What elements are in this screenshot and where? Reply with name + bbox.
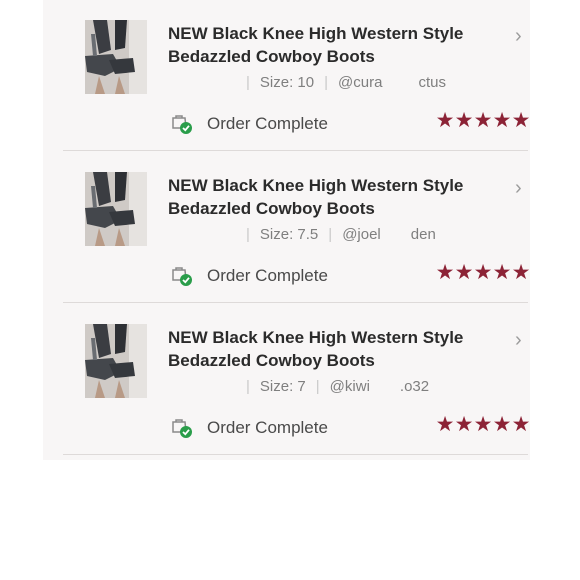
- product-title-line-2: Bedazzled Cowboy Boots: [168, 199, 375, 218]
- star-icon: ★: [435, 109, 455, 132]
- product-title[interactable]: NEW Black Knee High Western Style Bedazz…: [168, 326, 488, 372]
- order-status-text: Order Complete: [207, 266, 328, 285]
- star-icon: ★: [473, 413, 493, 436]
- rating-stars: ★★★★★: [435, 108, 531, 133]
- product-thumbnail[interactable]: [85, 324, 147, 398]
- size-label: Size: 7: [259, 378, 306, 395]
- product-title-line-1: NEW Black Knee High Western Style: [168, 328, 464, 347]
- rating-stars: ★★★★★: [435, 412, 531, 437]
- redacted-field: [168, 229, 236, 239]
- product-title-line-1: NEW Black Knee High Western Style: [168, 24, 464, 43]
- product-thumbnail[interactable]: [85, 20, 147, 94]
- product-thumbnail[interactable]: [85, 172, 147, 246]
- order-complete-icon: [171, 113, 193, 135]
- chevron-right-icon[interactable]: ›: [515, 330, 522, 350]
- star-icon: ★: [454, 413, 474, 436]
- boots-image: [85, 172, 147, 246]
- redacted-field: [168, 381, 236, 391]
- size-label: Size: 10: [259, 74, 315, 91]
- chevron-right-icon[interactable]: ›: [515, 26, 522, 46]
- buyer-username[interactable]: @cura ctus: [338, 74, 446, 91]
- star-icon: ★: [511, 109, 531, 132]
- order-status: Order Complete: [171, 113, 328, 137]
- chevron-right-icon[interactable]: ›: [515, 178, 522, 198]
- star-icon: ★: [454, 261, 474, 284]
- separator: |: [324, 74, 329, 91]
- order-card[interactable]: NEW Black Knee High Western Style Bedazz…: [63, 304, 531, 455]
- separator: |: [328, 226, 333, 243]
- star-icon: ★: [492, 261, 512, 284]
- order-list: NEW Black Knee High Western Style Bedazz…: [43, 0, 530, 460]
- order-status-text: Order Complete: [207, 114, 328, 133]
- order-card[interactable]: NEW Black Knee High Western Style Bedazz…: [63, 152, 531, 303]
- product-title[interactable]: NEW Black Knee High Western Style Bedazz…: [168, 174, 488, 220]
- separator: |: [315, 378, 320, 395]
- star-icon: ★: [511, 261, 531, 284]
- star-icon: ★: [473, 261, 493, 284]
- star-icon: ★: [435, 413, 455, 436]
- rating-stars: ★★★★★: [435, 260, 531, 285]
- order-status: Order Complete: [171, 417, 328, 441]
- product-title-line-2: Bedazzled Cowboy Boots: [168, 47, 375, 66]
- separator: |: [246, 74, 250, 91]
- boots-image: [85, 324, 147, 398]
- order-complete-icon: [171, 265, 193, 287]
- buyer-username[interactable]: @kiwi .o32: [330, 378, 429, 395]
- star-icon: ★: [492, 413, 512, 436]
- order-meta: | Size: 7.5 | @joel den: [168, 224, 488, 246]
- star-icon: ★: [435, 261, 455, 284]
- star-icon: ★: [511, 413, 531, 436]
- size-label: Size: 7.5: [259, 226, 319, 243]
- order-meta: | Size: 7 | @kiwi .o32: [168, 376, 488, 398]
- redacted-field: [168, 77, 236, 87]
- product-title[interactable]: NEW Black Knee High Western Style Bedazz…: [168, 22, 488, 68]
- product-title-line-2: Bedazzled Cowboy Boots: [168, 351, 375, 370]
- order-status: Order Complete: [171, 265, 328, 289]
- star-icon: ★: [492, 109, 512, 132]
- boots-image: [85, 20, 147, 94]
- order-card[interactable]: NEW Black Knee High Western Style Bedazz…: [63, 0, 531, 151]
- product-title-line-1: NEW Black Knee High Western Style: [168, 176, 464, 195]
- star-icon: ★: [454, 109, 474, 132]
- buyer-username[interactable]: @joel den: [342, 226, 436, 243]
- order-status-text: Order Complete: [207, 418, 328, 437]
- separator: |: [246, 226, 250, 243]
- star-icon: ★: [473, 109, 493, 132]
- order-meta: | Size: 10 | @cura ctus: [168, 72, 488, 94]
- separator: |: [246, 378, 250, 395]
- order-complete-icon: [171, 417, 193, 439]
